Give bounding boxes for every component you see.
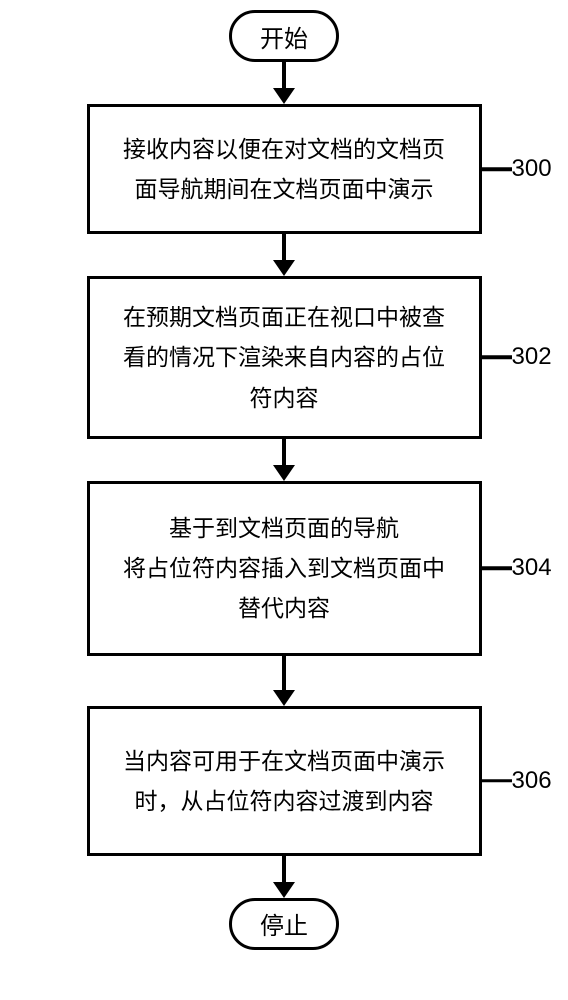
flowchart-container: 开始 接收内容以便在对文档的文档页面导航期间在文档页面中演示 300 在预期文档… (0, 0, 568, 1000)
step4-text: 当内容可用于在文档页面中演示时，从占位符内容过渡到内容 (118, 741, 451, 822)
process-row: 在预期文档页面正在视口中被查看的情况下渲染来自内容的占位符内容 302 (0, 276, 568, 439)
box-wrap: 接收内容以便在对文档的文档页面导航期间在文档页面中演示 (87, 104, 482, 234)
process-row: 当内容可用于在文档页面中演示时，从占位符内容过渡到内容 306 (0, 706, 568, 856)
stop-terminator: 停止 (229, 898, 339, 950)
arrow-connector (273, 656, 295, 706)
arrow-connector (273, 856, 295, 898)
arrow-connector (273, 62, 295, 104)
ref-tick (482, 567, 512, 571)
ref-label-300: 300 (512, 155, 552, 183)
step3-line2: 将占位符内容插入到文档页面中替代内容 (123, 555, 445, 621)
stop-label: 停止 (260, 906, 308, 941)
arrow-head (273, 690, 295, 706)
box-wrap: 在预期文档页面正在视口中被查看的情况下渲染来自内容的占位符内容 (87, 276, 482, 439)
arrow-line (282, 856, 286, 883)
arrow-connector (273, 234, 295, 276)
step3-line1: 基于到文档页面的导航 (169, 515, 399, 541)
ref-label-306: 306 (512, 767, 552, 795)
ref-tick (482, 167, 512, 171)
ref-label-302: 302 (512, 343, 552, 371)
box-wrap: 当内容可用于在文档页面中演示时，从占位符内容过渡到内容 (87, 706, 482, 856)
ref-label-304: 304 (512, 554, 552, 582)
step2-text: 在预期文档页面正在视口中被查看的情况下渲染来自内容的占位符内容 (118, 297, 451, 418)
process-step-3: 基于到文档页面的导航 将占位符内容插入到文档页面中替代内容 (87, 481, 482, 656)
arrow-head (273, 882, 295, 898)
arrow-connector (273, 439, 295, 481)
process-row: 接收内容以便在对文档的文档页面导航期间在文档页面中演示 300 (0, 104, 568, 234)
ref-tick (482, 356, 512, 360)
process-row: 基于到文档页面的导航 将占位符内容插入到文档页面中替代内容 304 (0, 481, 568, 656)
step3-text: 基于到文档页面的导航 将占位符内容插入到文档页面中替代内容 (118, 508, 451, 629)
arrow-line (282, 234, 286, 261)
process-step-4: 当内容可用于在文档页面中演示时，从占位符内容过渡到内容 (87, 706, 482, 856)
arrow-line (282, 62, 286, 89)
arrow-head (273, 88, 295, 104)
process-step-1: 接收内容以便在对文档的文档页面导航期间在文档页面中演示 (87, 104, 482, 234)
arrow-head (273, 260, 295, 276)
arrow-head (273, 465, 295, 481)
start-terminator: 开始 (229, 10, 339, 62)
arrow-line (282, 439, 286, 466)
process-step-2: 在预期文档页面正在视口中被查看的情况下渲染来自内容的占位符内容 (87, 276, 482, 439)
box-wrap: 基于到文档页面的导航 将占位符内容插入到文档页面中替代内容 (87, 481, 482, 656)
arrow-line (282, 656, 286, 691)
step1-text: 接收内容以便在对文档的文档页面导航期间在文档页面中演示 (118, 129, 451, 210)
ref-tick (482, 779, 512, 783)
start-label: 开始 (260, 19, 308, 54)
